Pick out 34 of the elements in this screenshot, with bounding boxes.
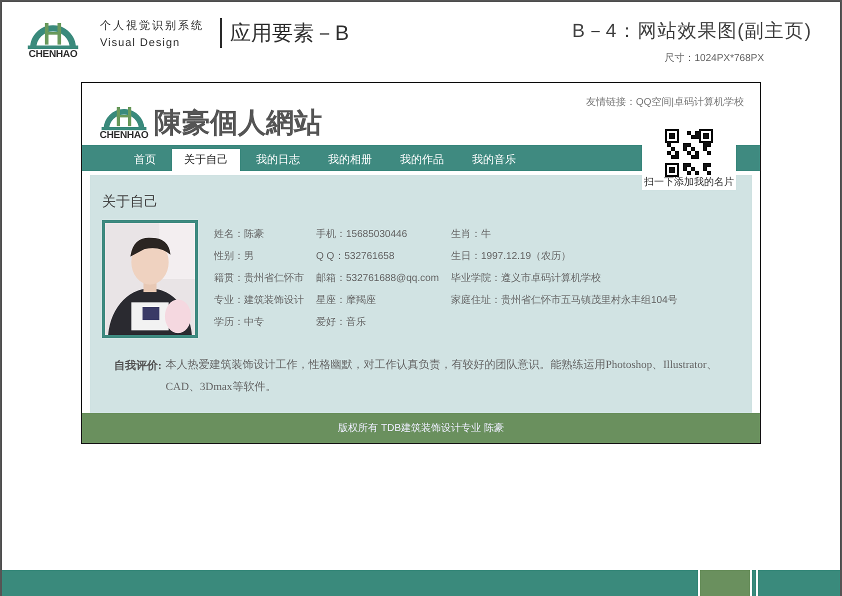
nav-tab[interactable]: 首页 — [122, 149, 168, 171]
friend-links: 友情链接：QQ空间|卓码计算机学校 — [586, 96, 744, 110]
logo-text: CHENHAO — [100, 131, 148, 141]
page-title: B－4：网站效果图(副主页) — [572, 20, 812, 44]
nav-tab[interactable]: 我的作品 — [388, 149, 456, 171]
profile-field: 籍贯：贵州省仁怀市 — [214, 272, 304, 285]
nav-tab[interactable]: 我的音乐 — [460, 149, 528, 171]
qr-caption: 扫一下添加我的名片 — [644, 177, 734, 190]
logo-text: CHENHAO — [28, 50, 78, 60]
profile-field: 爱好：音乐 — [316, 316, 439, 329]
system-name: 个人視觉识别系统 — [100, 18, 204, 34]
footer-text: 版权所有 TDB建筑装饰设计专业 陈豪 — [338, 422, 504, 436]
profile-field: 姓名：陈豪 — [214, 228, 304, 241]
profile-field: 专业：建筑装饰设计 — [214, 294, 304, 307]
profile-field: Q Q：532761658 — [316, 250, 439, 263]
profile-field: 学历：中专 — [214, 316, 304, 329]
self-review-text: 本人热爱建筑装饰设计工作，性格幽默，对工作认真负责，有较好的团队意识。能熟练运用Photoshop、Illustrator、CAD、3Dmax等软件。 — [166, 358, 719, 395]
self-review-label: 自我评价: — [114, 358, 162, 374]
profile-field: 毕业学院：遵义市卓码计算机学校 — [451, 272, 678, 285]
profile-field: 生日：1997.12.19（农历） — [451, 250, 678, 263]
profile-field: 邮箱：532761688@qq.com — [316, 272, 439, 285]
section-heading: 关于自己 — [102, 192, 159, 211]
size-note: 尺寸：1024PX*768PX — [664, 52, 764, 66]
profile-field: 手机：15685030446 — [316, 228, 439, 241]
profile-field: 性别：男 — [214, 250, 304, 263]
site-title: 陳豪個人網站 — [154, 109, 322, 137]
profile-field: 星座：摩羯座 — [316, 294, 439, 307]
profile-field: 家庭住址：贵州省仁怀市五马镇茂里村永丰组104号 — [451, 294, 678, 307]
profile-field: 生肖：牛 — [451, 228, 678, 241]
nav-tab[interactable]: 我的相册 — [316, 149, 384, 171]
nav-tab[interactable]: 我的日志 — [244, 149, 312, 171]
system-subtitle: Visual Design — [100, 36, 182, 50]
nav-tab[interactable]: 关于自己 — [172, 149, 240, 171]
section-title: 应用要素－B — [230, 21, 350, 47]
